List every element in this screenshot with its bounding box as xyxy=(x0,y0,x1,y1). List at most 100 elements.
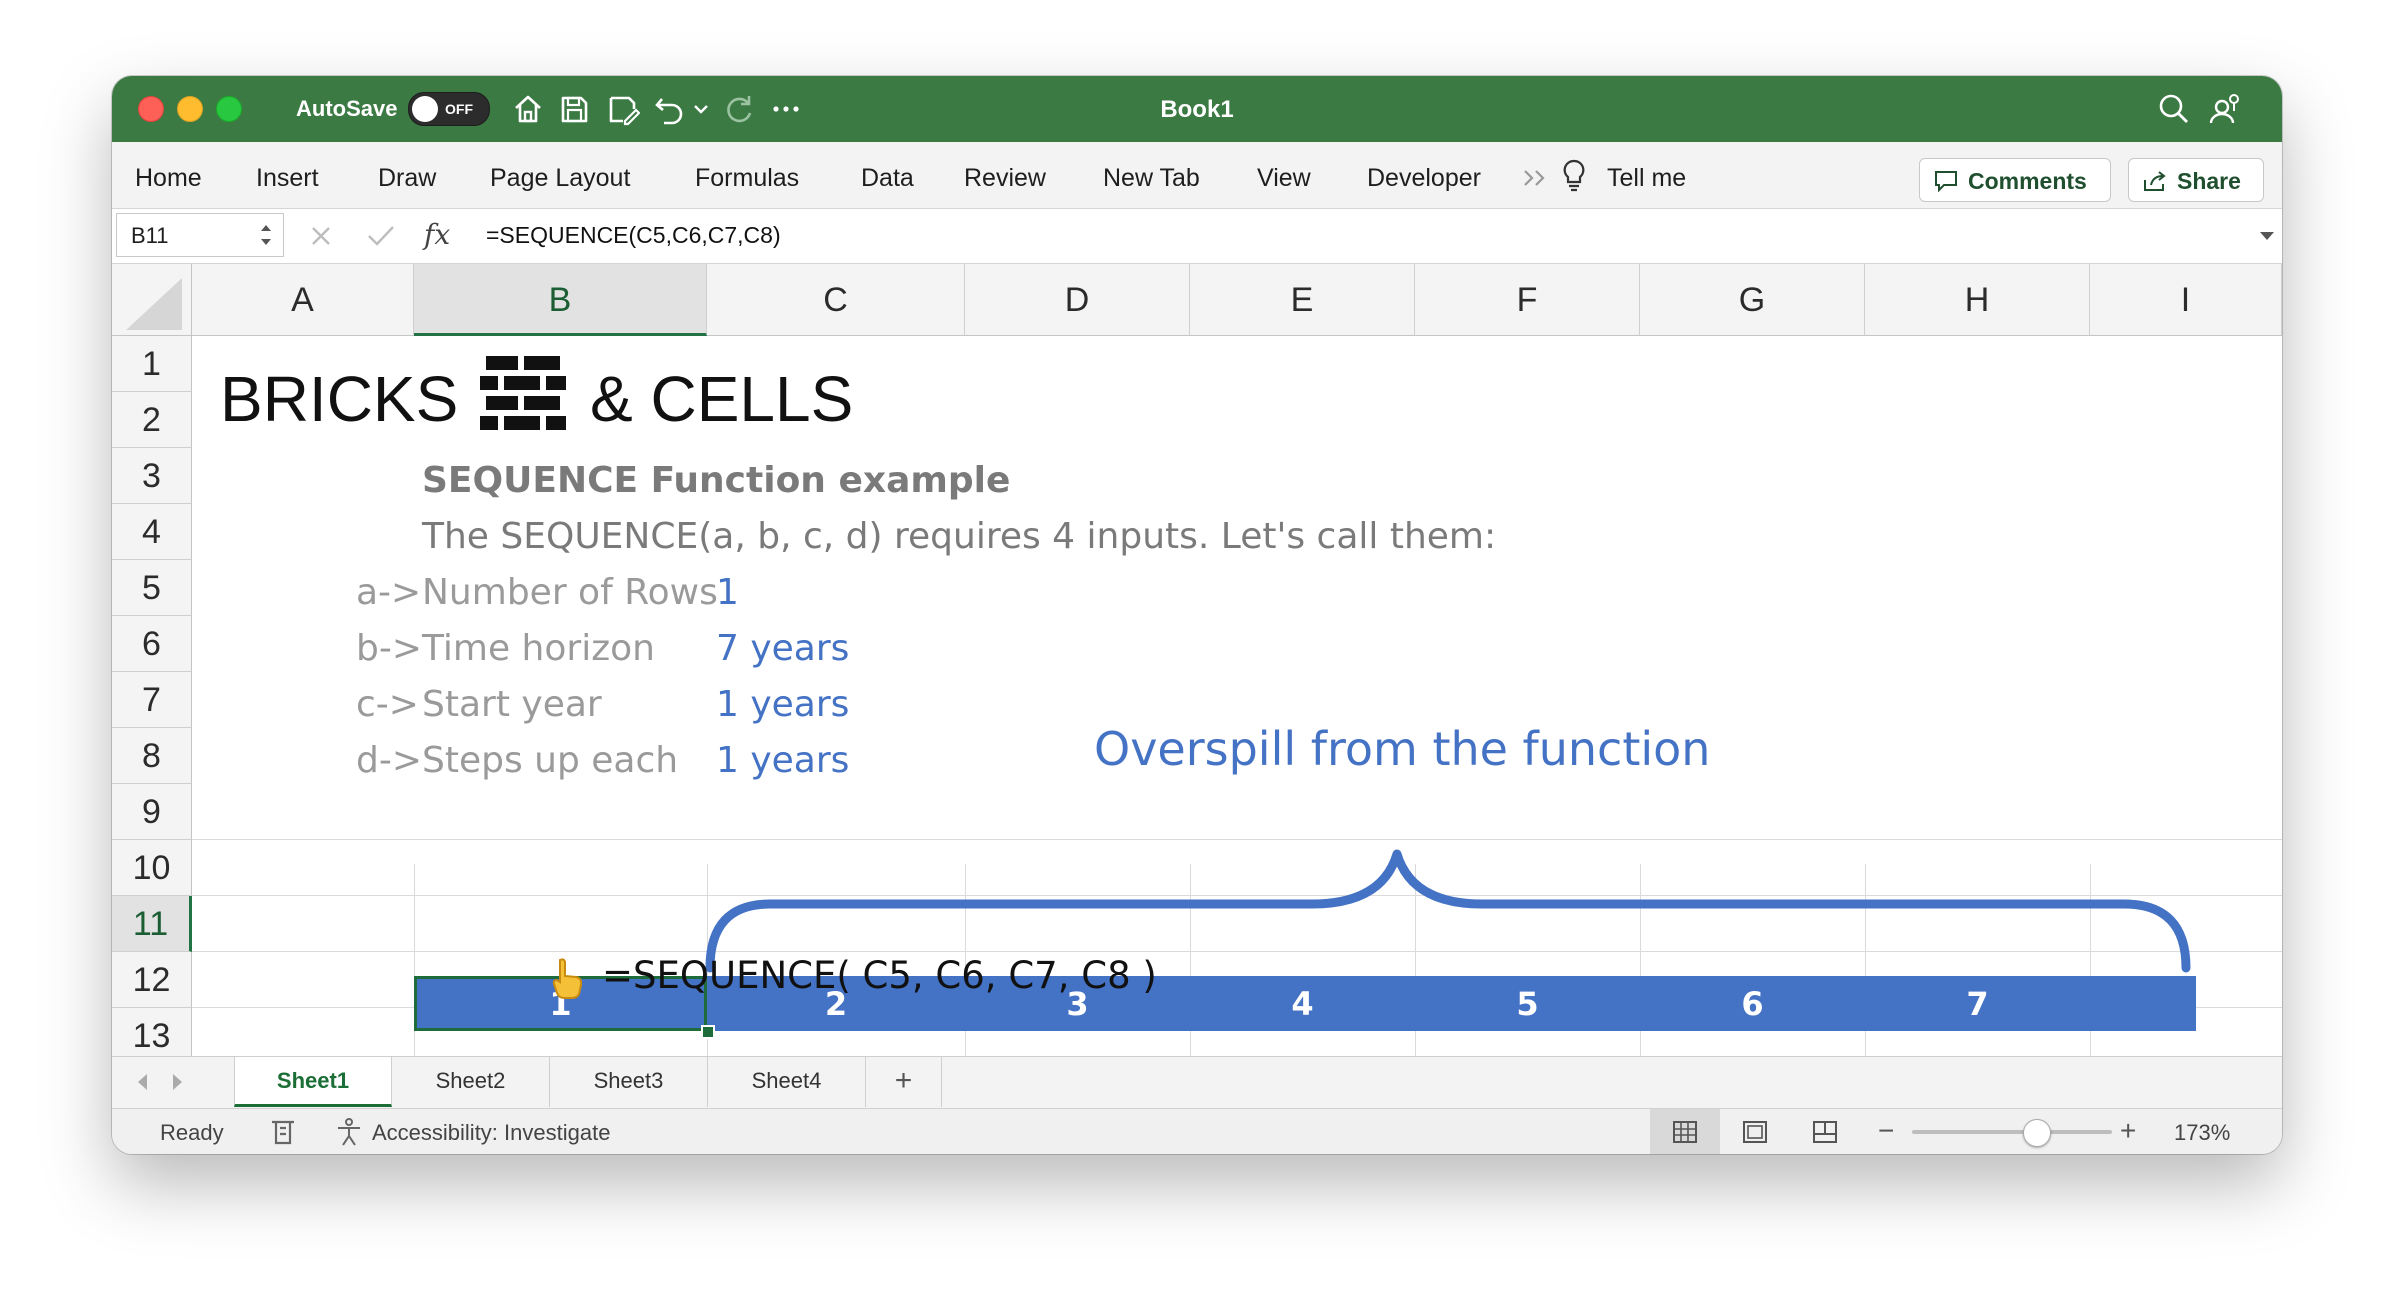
bricks-logo-icon xyxy=(480,356,566,430)
row-header-10[interactable]: 10 xyxy=(112,840,192,896)
insert-function-button[interactable]: fx xyxy=(424,218,450,251)
column-header-b[interactable]: B xyxy=(414,264,707,336)
row-header-4[interactable]: 4 xyxy=(112,504,192,560)
row-header-11[interactable]: 11 xyxy=(112,896,192,952)
column-header-d[interactable]: D xyxy=(965,264,1190,336)
search-icon[interactable] xyxy=(2156,91,2192,127)
expand-formula-bar-icon[interactable] xyxy=(2258,229,2276,243)
zoom-in-button[interactable]: + xyxy=(2120,1115,2136,1147)
accessibility-icon[interactable] xyxy=(334,1117,364,1147)
confirm-edit-icon[interactable] xyxy=(366,223,396,249)
macro-recording-icon[interactable] xyxy=(268,1117,300,1147)
tell-me-search[interactable]: Tell me xyxy=(1607,164,1686,193)
tab-draw[interactable]: Draw xyxy=(378,164,436,193)
column-header-f[interactable]: F xyxy=(1415,264,1640,336)
tab-page-layout[interactable]: Page Layout xyxy=(490,164,630,193)
comments-label: Comments xyxy=(1968,168,2087,194)
comment-icon xyxy=(1935,171,1957,192)
status-bar: Ready Accessibility: Investigate − + 173… xyxy=(112,1108,2282,1154)
row-header-2[interactable]: 2 xyxy=(112,392,192,448)
gridline xyxy=(192,839,2282,840)
column-header-h[interactable]: H xyxy=(1865,264,2090,336)
param-label: Time horizon xyxy=(422,628,655,669)
row-header-12[interactable]: 12 xyxy=(112,952,192,1008)
select-all-corner[interactable] xyxy=(112,264,192,336)
worksheet-grid[interactable]: A B C D E F G H I 1 2 3 4 5 6 7 8 9 10 1… xyxy=(112,264,2282,1056)
scroll-tabs-left-icon[interactable] xyxy=(132,1071,154,1093)
row-header-7[interactable]: 7 xyxy=(112,672,192,728)
tab-insert[interactable]: Insert xyxy=(256,164,319,193)
sequence-cell[interactable]: 6 xyxy=(1640,985,1865,1023)
page-break-view-icon[interactable] xyxy=(1812,1120,1838,1144)
share-label: Share xyxy=(2177,168,2241,194)
formula-bar: B11 fx =SEQUENCE(C5,C6,C7,C8) xyxy=(112,209,2282,264)
param-value-step[interactable]: 1 years xyxy=(716,740,849,781)
sheet-tab-sheet4[interactable]: Sheet4 xyxy=(708,1057,866,1107)
tab-developer[interactable]: Developer xyxy=(1367,164,1481,193)
scroll-tabs-right-icon[interactable] xyxy=(166,1071,188,1093)
add-sheet-button[interactable]: + xyxy=(866,1057,942,1107)
zoom-level[interactable]: 173% xyxy=(2174,1120,2230,1146)
row-header-3[interactable]: 3 xyxy=(112,448,192,504)
pointing-hand-icon xyxy=(552,958,583,999)
sequence-cell[interactable]: 5 xyxy=(1415,985,1640,1023)
param-key: c-> xyxy=(356,684,419,725)
name-box-stepper-icon[interactable] xyxy=(257,220,275,250)
share-button[interactable]: Share xyxy=(2128,158,2264,202)
zoom-slider-thumb[interactable] xyxy=(2023,1119,2051,1147)
param-label: Start year xyxy=(422,684,602,725)
zoom-slider-track[interactable] xyxy=(1912,1130,2112,1134)
normal-view-button[interactable] xyxy=(1650,1109,1720,1154)
param-key: b-> xyxy=(356,628,423,669)
row-header-5[interactable]: 5 xyxy=(112,560,192,616)
logo-text-left: BRICKS xyxy=(220,363,459,435)
status-ready: Ready xyxy=(160,1120,224,1145)
row-header-8[interactable]: 8 xyxy=(112,728,192,784)
title-bar: AutoSave OFF Book1 xyxy=(112,76,2282,142)
param-key: d-> xyxy=(356,740,423,781)
sheet-tab-sheet3[interactable]: Sheet3 xyxy=(550,1057,708,1107)
column-header-a[interactable]: A xyxy=(192,264,414,336)
accessibility-status[interactable]: Accessibility: Investigate xyxy=(372,1120,610,1146)
sequence-cell[interactable]: 4 xyxy=(1190,985,1415,1023)
zoom-out-button[interactable]: − xyxy=(1878,1115,1894,1147)
row-header-6[interactable]: 6 xyxy=(112,616,192,672)
sequence-cell[interactable]: 7 xyxy=(1865,985,2090,1023)
param-value-start[interactable]: 1 years xyxy=(716,684,849,725)
param-key: a-> xyxy=(356,572,422,613)
column-header-g[interactable]: G xyxy=(1640,264,1865,336)
select-all-triangle-icon xyxy=(126,278,182,330)
tab-review[interactable]: Review xyxy=(964,164,1046,193)
tab-home[interactable]: Home xyxy=(135,164,202,193)
ribbon: Home Insert Draw Page Layout Formulas Da… xyxy=(112,142,2282,209)
column-header-c[interactable]: C xyxy=(707,264,965,336)
cancel-edit-icon[interactable] xyxy=(308,223,334,249)
formula-note: =SEQUENCE( C5, C6, C7, C8 ) xyxy=(602,954,1157,997)
name-box[interactable]: B11 xyxy=(116,213,284,257)
excel-window: AutoSave OFF Book1 Home Insert Draw Page… xyxy=(112,76,2282,1154)
row-header-1[interactable]: 1 xyxy=(112,336,192,392)
param-value-rows[interactable]: 1 xyxy=(716,572,739,613)
param-label: Number of Rows xyxy=(422,572,718,613)
fill-handle[interactable] xyxy=(701,1025,715,1039)
tab-view[interactable]: View xyxy=(1257,164,1311,193)
tab-new-tab[interactable]: New Tab xyxy=(1103,164,1200,193)
column-header-e[interactable]: E xyxy=(1190,264,1415,336)
row-header-13[interactable]: 13 xyxy=(112,1008,192,1056)
share-person-icon[interactable] xyxy=(2208,91,2244,127)
logo-text-right: & CELLS xyxy=(590,363,854,435)
overspill-annotation: Overspill from the function xyxy=(1094,722,1711,776)
window-title: Book1 xyxy=(1160,96,1234,123)
share-icon xyxy=(2144,171,2166,191)
sheet-tab-sheet2[interactable]: Sheet2 xyxy=(392,1057,550,1107)
sheet-tab-sheet1[interactable]: Sheet1 xyxy=(234,1057,392,1107)
column-header-i[interactable]: I xyxy=(2090,264,2282,336)
page-layout-view-icon[interactable] xyxy=(1742,1120,1768,1144)
comments-button[interactable]: Comments xyxy=(1919,158,2111,202)
more-tabs-chevron-icon[interactable] xyxy=(1522,166,1552,190)
row-header-9[interactable]: 9 xyxy=(112,784,192,840)
tab-data[interactable]: Data xyxy=(861,164,914,193)
tab-formulas[interactable]: Formulas xyxy=(695,164,799,193)
param-value-horizon[interactable]: 7 years xyxy=(716,628,849,669)
formula-input[interactable]: =SEQUENCE(C5,C6,C7,C8) xyxy=(486,222,781,249)
